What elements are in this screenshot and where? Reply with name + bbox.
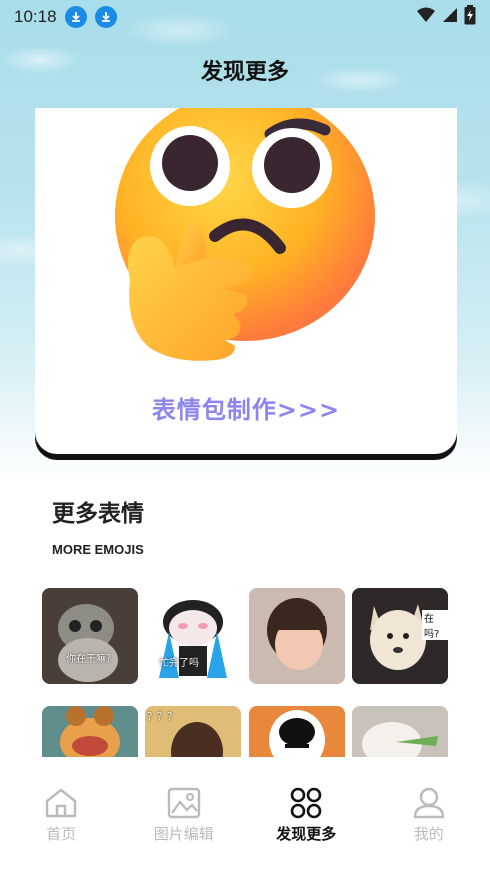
- section-subtitle: MORE EMOJIS: [52, 542, 144, 557]
- nav-label-mine: 我的: [413, 825, 444, 843]
- nav-item-image-edit[interactable]: 图片编辑: [123, 757, 246, 871]
- status-bar: 10:18: [0, 0, 490, 34]
- emoji-caption: 忙完了吗: [159, 658, 199, 669]
- emoji-caption: 你在干嘛？: [66, 654, 116, 665]
- wifi-icon: [416, 7, 436, 27]
- user-icon: [413, 787, 444, 819]
- download-icon: [64, 6, 87, 28]
- bottom-navigation: 首页 图片编辑 发现更多 我的: [0, 757, 490, 871]
- emoji-maker-banner[interactable]: 表情包制作>>>: [35, 108, 457, 454]
- cartoon-image: [42, 706, 138, 758]
- emoji-caption: 在吗?: [422, 610, 448, 640]
- nav-label-discover: 发现更多: [276, 825, 337, 843]
- battery-icon: [464, 5, 476, 29]
- nav-item-mine[interactable]: 我的: [368, 757, 490, 871]
- discover-icon: [290, 787, 322, 819]
- nav-item-discover[interactable]: 发现更多: [245, 757, 368, 871]
- page-title: 发现更多: [200, 60, 289, 85]
- home-icon: [46, 788, 77, 818]
- nav-label-image-edit: 图片编辑: [153, 825, 214, 843]
- thinking-face-emoji: [115, 108, 375, 361]
- emoji-tile-girl[interactable]: [249, 588, 345, 684]
- emoji-tile-man[interactable]: ？？？: [145, 706, 241, 758]
- banner-caption[interactable]: 表情包制作>>>: [35, 390, 457, 425]
- girl-image: [249, 588, 345, 684]
- emoji-tile-meme-face[interactable]: [249, 706, 345, 758]
- emoji-tile-cat[interactable]: 你在干嘛？: [42, 588, 138, 684]
- emoji-tile-cartoon[interactable]: [42, 706, 138, 758]
- nav-item-home[interactable]: 首页: [0, 757, 123, 871]
- emoji-tile-dog[interactable]: 在吗?: [352, 588, 448, 684]
- status-time: 10:18: [14, 7, 57, 26]
- download-icon: [94, 6, 117, 28]
- crying-panda-image: [145, 588, 241, 684]
- section-title: 更多表情: [52, 501, 144, 527]
- cat-image: [42, 588, 138, 684]
- image-edit-icon: [167, 787, 200, 819]
- white-dog-image: [352, 706, 448, 758]
- meme-face-image: [249, 706, 345, 758]
- emoji-tile-white-dog[interactable]: [352, 706, 448, 758]
- signal-icon: [442, 7, 458, 27]
- emoji-caption: ？？？: [147, 712, 177, 723]
- nav-label-home: 首页: [46, 825, 77, 843]
- emoji-tile-panda[interactable]: 忙完了吗: [145, 588, 241, 684]
